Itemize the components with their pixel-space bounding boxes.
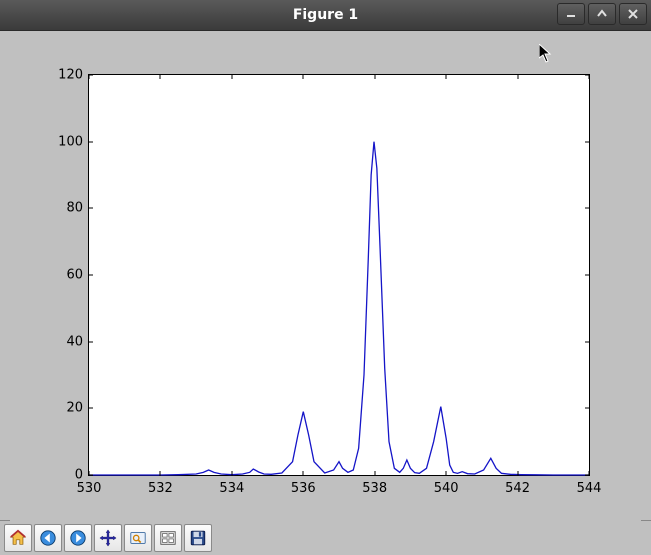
matplotlib-toolbar xyxy=(0,520,651,555)
xtick-label: 530 xyxy=(77,481,102,496)
xtick-label: 544 xyxy=(577,481,602,496)
xtick-mark xyxy=(160,471,161,476)
subplots-icon xyxy=(159,529,177,547)
xtick-label: 534 xyxy=(219,481,244,496)
ytick-label: 60 xyxy=(66,268,83,283)
xtick-mark xyxy=(446,471,447,476)
line-plot xyxy=(89,75,589,475)
window-title: Figure 1 xyxy=(0,7,651,23)
xtick-mark xyxy=(303,74,304,79)
xtick-mark xyxy=(589,471,590,476)
xtick-label: 538 xyxy=(362,481,387,496)
window-controls xyxy=(557,3,647,25)
back-button[interactable] xyxy=(34,524,62,552)
pan-button[interactable] xyxy=(94,524,122,552)
save-icon xyxy=(189,529,207,547)
ytick-mark xyxy=(88,341,93,342)
xtick-mark xyxy=(89,471,90,476)
ytick-mark xyxy=(88,408,93,409)
ytick-label: 80 xyxy=(66,201,83,216)
ytick-mark xyxy=(88,275,93,276)
ytick-label: 20 xyxy=(66,401,83,416)
xtick-mark xyxy=(303,471,304,476)
maximize-icon xyxy=(597,9,607,19)
xtick-mark xyxy=(160,74,161,79)
ytick-mark xyxy=(585,208,590,209)
ytick-label: 100 xyxy=(58,134,83,149)
ytick-mark xyxy=(88,208,93,209)
close-button[interactable] xyxy=(619,3,647,25)
forward-icon xyxy=(69,529,87,547)
ytick-mark xyxy=(585,275,590,276)
xtick-mark xyxy=(446,74,447,79)
home-button[interactable] xyxy=(4,524,32,552)
forward-button[interactable] xyxy=(64,524,92,552)
xtick-mark xyxy=(231,471,232,476)
zoom-button[interactable] xyxy=(124,524,152,552)
minimize-button[interactable] xyxy=(557,3,585,25)
subplots-button[interactable] xyxy=(154,524,182,552)
maximize-button[interactable] xyxy=(588,3,616,25)
pan-icon xyxy=(99,529,117,547)
xtick-mark xyxy=(517,471,518,476)
xtick-label: 536 xyxy=(291,481,316,496)
xtick-mark xyxy=(517,74,518,79)
zoom-icon xyxy=(129,529,147,547)
xtick-mark xyxy=(374,471,375,476)
ytick-label: 40 xyxy=(66,334,83,349)
series-line xyxy=(89,142,589,475)
figure-canvas: 020406080100120530532534536538540542544 xyxy=(0,31,651,520)
xtick-label: 540 xyxy=(434,481,459,496)
titlebar[interactable]: Figure 1 xyxy=(0,0,651,31)
home-icon xyxy=(9,529,27,547)
ytick-mark xyxy=(585,408,590,409)
minimize-icon xyxy=(566,9,576,19)
close-icon xyxy=(628,9,638,19)
ytick-label: 120 xyxy=(58,68,83,83)
xtick-label: 542 xyxy=(505,481,530,496)
figure-window: Figure 1 0204060801001205305325345365385… xyxy=(0,0,651,555)
xtick-label: 532 xyxy=(148,481,173,496)
xtick-mark xyxy=(589,74,590,79)
plot-frame: 020406080100120530532534536538540542544 xyxy=(10,34,641,524)
xtick-mark xyxy=(374,74,375,79)
ytick-mark xyxy=(585,341,590,342)
xtick-mark xyxy=(231,74,232,79)
ytick-mark xyxy=(88,141,93,142)
xtick-mark xyxy=(89,74,90,79)
back-icon xyxy=(39,529,57,547)
axes[interactable]: 020406080100120530532534536538540542544 xyxy=(88,74,590,476)
ytick-mark xyxy=(585,141,590,142)
save-button[interactable] xyxy=(184,524,212,552)
